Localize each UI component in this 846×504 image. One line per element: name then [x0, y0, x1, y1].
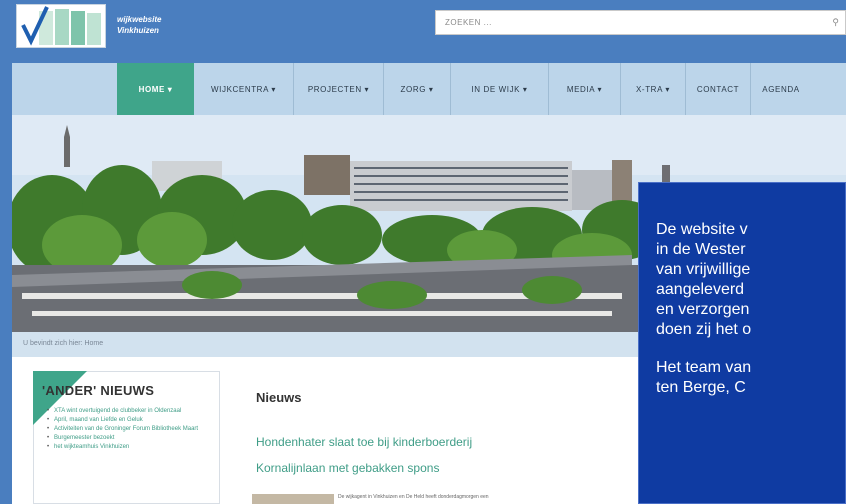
nav-item-xtra[interactable]: X-TRA ▾	[621, 63, 686, 115]
nav-item-in-de-wijk[interactable]: IN DE WIJK ▾	[451, 63, 549, 115]
overlay-line: aangeleverd	[656, 281, 745, 298]
sidebar-title: 'ANDER' NIEUWS	[42, 383, 155, 398]
news-snippet: De wijkagent in Vinkhuizen en De Held he…	[338, 494, 489, 500]
site-logo[interactable]	[16, 4, 106, 48]
main-nav: HOME ▾ WIJKCENTRA ▾ PROJECTEN ▾ ZORG ▾ I…	[12, 63, 846, 115]
sidebar-news-list: XTA wint overtuigend de clubbeker in Old…	[47, 407, 212, 452]
overlay-line: Het team van	[656, 359, 752, 376]
logo-line-2: Vinkhuizen	[117, 26, 159, 35]
nav-item-zorg[interactable]: ZORG ▾	[384, 63, 451, 115]
overlay-line: ten Berge, C	[656, 379, 746, 396]
sidebar-news-item[interactable]: Activiteiten van de Groninger Forum Bibl…	[47, 425, 212, 433]
overlay-line: van vrijwillige	[656, 261, 751, 278]
nav-item-contact[interactable]: CONTACT	[686, 63, 751, 115]
overlay-line: doen zij het o	[656, 321, 752, 338]
nav-item-media[interactable]: MEDIA ▾	[549, 63, 621, 115]
search-input[interactable]: ZOEKEN ... ⚲	[435, 10, 846, 35]
breadcrumb-text: U bevindt zich hier: Home	[23, 340, 104, 347]
page-frame-left	[0, 115, 12, 504]
overlay-line: De website v	[656, 221, 748, 238]
news-link[interactable]: Kornalijnlaan met gebakken spons	[256, 461, 439, 475]
news-thumbnail[interactable]	[252, 494, 334, 504]
header-gap	[0, 55, 846, 63]
logo-line-1: wijkwebsite	[117, 15, 162, 24]
news-link[interactable]: Hondenhater slaat toe bij kinderboerderi…	[256, 435, 472, 449]
logo-text: wijkwebsite Vinkhuizen	[117, 14, 161, 36]
overlay-line: en verzorgen	[656, 301, 750, 318]
overlay-line: in de Wester	[656, 241, 746, 258]
sidebar-news-item[interactable]: het wijkteamhuis Vinkhuizen	[47, 443, 212, 451]
info-overlay-panel: De website v in de Wester van vrijwillig…	[638, 182, 846, 504]
sidebar-news-item[interactable]: Burgemeester bezoekt	[47, 434, 212, 442]
nav-item-agenda[interactable]: AGENDA	[751, 63, 811, 115]
news-heading: Nieuws	[256, 390, 302, 405]
search-placeholder: ZOEKEN ...	[445, 18, 492, 27]
nav-item-home[interactable]: HOME ▾	[117, 63, 194, 115]
nav-item-projecten[interactable]: PROJECTEN ▾	[294, 63, 384, 115]
search-icon[interactable]: ⚲	[832, 17, 839, 28]
sidebar-news-item[interactable]: April, maand van Liefde en Geluk	[47, 416, 212, 424]
nav-item-wijkcentra[interactable]: WIJKCENTRA ▾	[194, 63, 294, 115]
site-header: wijkwebsite Vinkhuizen ZOEKEN ... ⚲	[0, 0, 846, 55]
sidebar-news-item[interactable]: XTA wint overtuigend de clubbeker in Old…	[47, 407, 212, 415]
